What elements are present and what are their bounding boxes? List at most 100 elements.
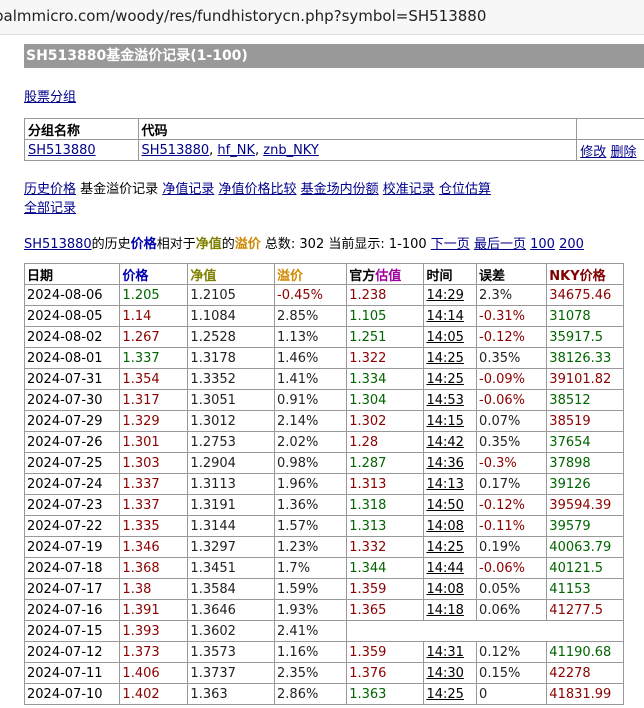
time-link[interactable]: 14:36 [426,456,463,471]
nky-value: 41831.99 [549,686,612,702]
premium-value: 1.13% [277,329,319,345]
date-value: 2024-07-18 [27,560,103,576]
page-size-200-link[interactable]: 200 [559,237,584,252]
table-row: 2024-07-10 1.402 1.363 2.86% 1.363 14:25 0 4183… [23,683,624,705]
time-link[interactable]: 14:50 [426,498,463,513]
nav-value: 1.2528 [190,329,236,345]
delete-link[interactable]: 删除 [610,145,636,160]
table-row: 2024-07-18 1.368 1.3451 1.7% 1.344 14:44 -0.06… [23,557,624,579]
price-value-cell: 1.354 [119,368,189,390]
summary-line: SH513880的历史价格相对于净值的溢价 总数: 302 当前显示: 1-10… [24,233,584,252]
nky-value: 34675.46 [549,287,612,303]
nav-fund-shares[interactable]: 基金场内份额 [301,182,379,197]
time-link[interactable]: 14:25 [426,351,463,366]
time-link[interactable]: 14:53 [426,393,463,408]
time-link[interactable]: 14:42 [426,435,463,450]
time-link[interactable]: 14:18 [426,603,463,618]
time-link[interactable]: 14:25 [426,540,463,555]
nav-value: 1.2904 [190,455,236,471]
summary-nav-word: 净值 [195,237,222,252]
time-link[interactable]: 14:14 [426,309,463,324]
premium-value-cell: 1.59% [274,578,348,600]
time-link[interactable]: 14:44 [426,561,463,576]
nav-value-cell: 1.1084 [187,305,276,327]
date-header: 日期 [23,263,121,285]
time-link-cell: 14:25 [423,368,478,390]
price-value-cell: 1.38 [119,578,189,600]
time-link[interactable]: 14:08 [426,519,463,534]
browser-address-bar[interactable]: palmmicro.com/woody/res/fundhistorycn.ph… [0,0,644,35]
price-value: 1.402 [122,686,160,702]
nav-position-estimate[interactable]: 仓位估算 [439,182,491,197]
code-header: 代码 [137,118,578,140]
nky-value-cell: 40063.79 [546,536,624,558]
nky-value-cell: 38519 [546,410,624,432]
summary-symbol-link[interactable]: SH513880 [24,237,92,252]
nav-history-price[interactable]: 历史价格 [24,182,76,197]
estimate-value: 1.332 [349,539,387,555]
premium-value-cell: 1.46% [274,347,348,369]
table-row: 2024-08-01 1.337 1.3178 1.46% 1.322 14:25 0.35… [23,347,624,369]
table-row: 2024-08-02 1.267 1.2528 1.13% 1.251 14:05 -0.1… [23,326,624,348]
page-size-100-link[interactable]: 100 [530,237,555,252]
price-value-cell: 1.393 [119,620,189,642]
nky-value: 39126 [549,476,591,492]
time-link-cell: 14:14 [423,305,478,327]
price-value: 1.391 [122,602,160,618]
table-row: 2024-07-22 1.335 1.3144 1.57% 1.313 14:08 -0.1… [23,515,624,537]
time-link[interactable]: 14:15 [426,414,463,429]
premium-value-cell: 1.96% [274,473,348,495]
error-value-cell: 0.19% [476,536,548,558]
error-value-cell: 0.35% [476,347,548,369]
nav-value-cell: 1.3191 [187,494,276,516]
time-link[interactable]: 14:25 [426,372,463,387]
code-link-sh513880[interactable]: SH513880 [142,143,210,158]
code-link-znb-nky[interactable]: znb_NKY [263,143,319,158]
group-name-link[interactable]: SH513880 [28,143,96,158]
url-text[interactable]: palmmicro.com/woody/res/fundhistorycn.ph… [0,7,486,25]
nav-value: 1.3584 [190,581,236,597]
date-value: 2024-07-23 [27,497,103,513]
nky-value-cell: 41831.99 [546,683,624,705]
nav-calibration[interactable]: 校准记录 [383,182,435,197]
edit-link[interactable]: 修改 [580,145,606,160]
time-link[interactable]: 14:13 [426,477,463,492]
time-link-cell: 14:30 [423,662,478,684]
stock-group-link[interactable]: 股票分组 [24,86,76,105]
code-link-hf-nk[interactable]: hf_NK [217,143,255,158]
date-value: 2024-08-01 [27,350,103,366]
nky-value: 31078 [549,308,591,324]
error-value: -0.11% [479,518,526,534]
time-link-cell: 14:18 [423,599,478,621]
nav-nav-price-compare[interactable]: 净值价格比较 [218,182,296,197]
time-link[interactable]: 14:31 [426,645,463,660]
error-value-cell: 0 [476,683,548,705]
nky-value: 38512 [549,392,591,408]
last-page-link[interactable]: 最后一页 [474,237,526,252]
nav-value-cell: 1.3144 [187,515,276,537]
date-value: 2024-07-29 [27,413,103,429]
premium-value-cell: 2.86% [274,683,348,705]
time-link[interactable]: 14:25 [426,687,463,702]
table-row: 2024-07-11 1.406 1.3737 2.35% 1.376 14:30 0.15… [23,662,624,684]
error-value: -0.3% [479,455,517,471]
nav-nav-records[interactable]: 净值记录 [162,182,214,197]
nky-value: 41153 [549,581,591,597]
nav-fund-premium-current: 基金溢价记录 [80,182,159,197]
estimate-value-cell: 1.302 [346,410,425,432]
summary-text-2: 相对于 [156,237,196,252]
nav-value: 1.3113 [190,476,236,492]
group-name-header: 分组名称 [24,118,139,140]
premium-value-cell: 2.02% [274,431,348,453]
nav-all-records[interactable]: 全部记录 [24,201,76,216]
premium-value: 1.23% [277,539,319,555]
time-link[interactable]: 14:08 [426,582,463,597]
time-link[interactable]: 14:05 [426,330,463,345]
next-page-link[interactable]: 下一页 [431,237,470,252]
error-value: 0.15% [479,665,521,681]
estimate-value: 1.365 [349,602,387,618]
time-link[interactable]: 14:30 [426,666,463,681]
time-link[interactable]: 14:29 [426,288,463,303]
premium-value: 2.02% [277,434,319,450]
estimate-value: 1.105 [349,308,387,324]
